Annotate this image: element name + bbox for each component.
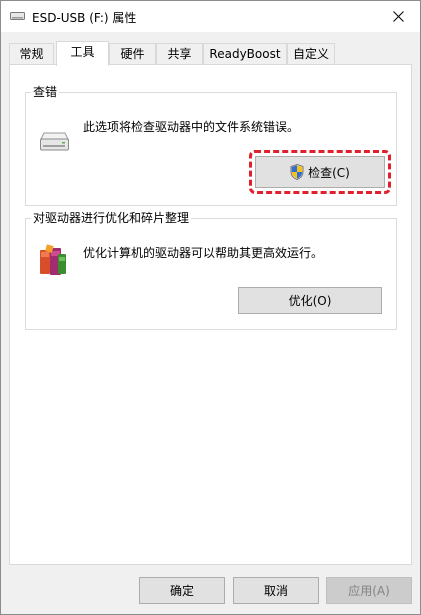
optimize-group-label: 对驱动器进行优化和碎片整理 [31,211,192,225]
apply-button[interactable]: 应用(A) [326,577,412,604]
tab-tools[interactable]: 工具 [56,41,109,66]
ok-button[interactable]: 确定 [139,577,225,604]
close-icon [392,11,404,22]
apply-button-label: 应用(A) [348,584,390,598]
cancel-button-label: 取消 [263,584,288,598]
ok-button-label: 确定 [169,584,194,598]
error-check-group: 查错 此选项将检查驱动器中的文件系统错误。 检查(C) [25,85,397,206]
defrag-icon [40,244,66,275]
tab-readyboost[interactable]: ReadyBoost [203,43,287,64]
cancel-button[interactable]: 取消 [233,577,319,604]
title-bar: ESD-USB (F:) 属性 [1,1,420,32]
optimize-description: 优化计算机的驱动器可以帮助其更高效运行。 [83,246,324,260]
usb-drive-icon [10,12,25,20]
window-title: ESD-USB (F:) 属性 [32,11,137,25]
drive-icon [40,132,69,151]
error-check-group-label: 查错 [31,85,60,99]
tab-general[interactable]: 常规 [9,43,54,64]
tab-hardware[interactable]: 硬件 [109,43,156,64]
optimize-group: 对驱动器进行优化和碎片整理 优化计算机的驱动器可以帮助其更高效运行。 优化(O) [25,211,397,330]
tab-sharing[interactable]: 共享 [156,43,203,64]
check-button-label: 检查(C) [308,165,350,180]
tools-panel: 查错 此选项将检查驱动器中的文件系统错误。 检查(C) 对驱动器进行优化和碎片整… [9,64,412,565]
tab-strip: 常规 工具 硬件 共享 ReadyBoost 自定义 [9,41,412,66]
error-check-description: 此选项将检查驱动器中的文件系统错误。 [83,120,300,134]
uac-shield-icon [290,164,304,180]
optimize-button-label: 优化(O) [288,294,332,308]
close-button[interactable] [376,1,420,32]
check-button[interactable]: 检查(C) [255,156,385,188]
optimize-button[interactable]: 优化(O) [238,287,382,314]
tab-customize[interactable]: 自定义 [287,43,335,64]
properties-window: ESD-USB (F:) 属性 常规 工具 硬件 共享 ReadyBoost 自… [0,0,421,615]
